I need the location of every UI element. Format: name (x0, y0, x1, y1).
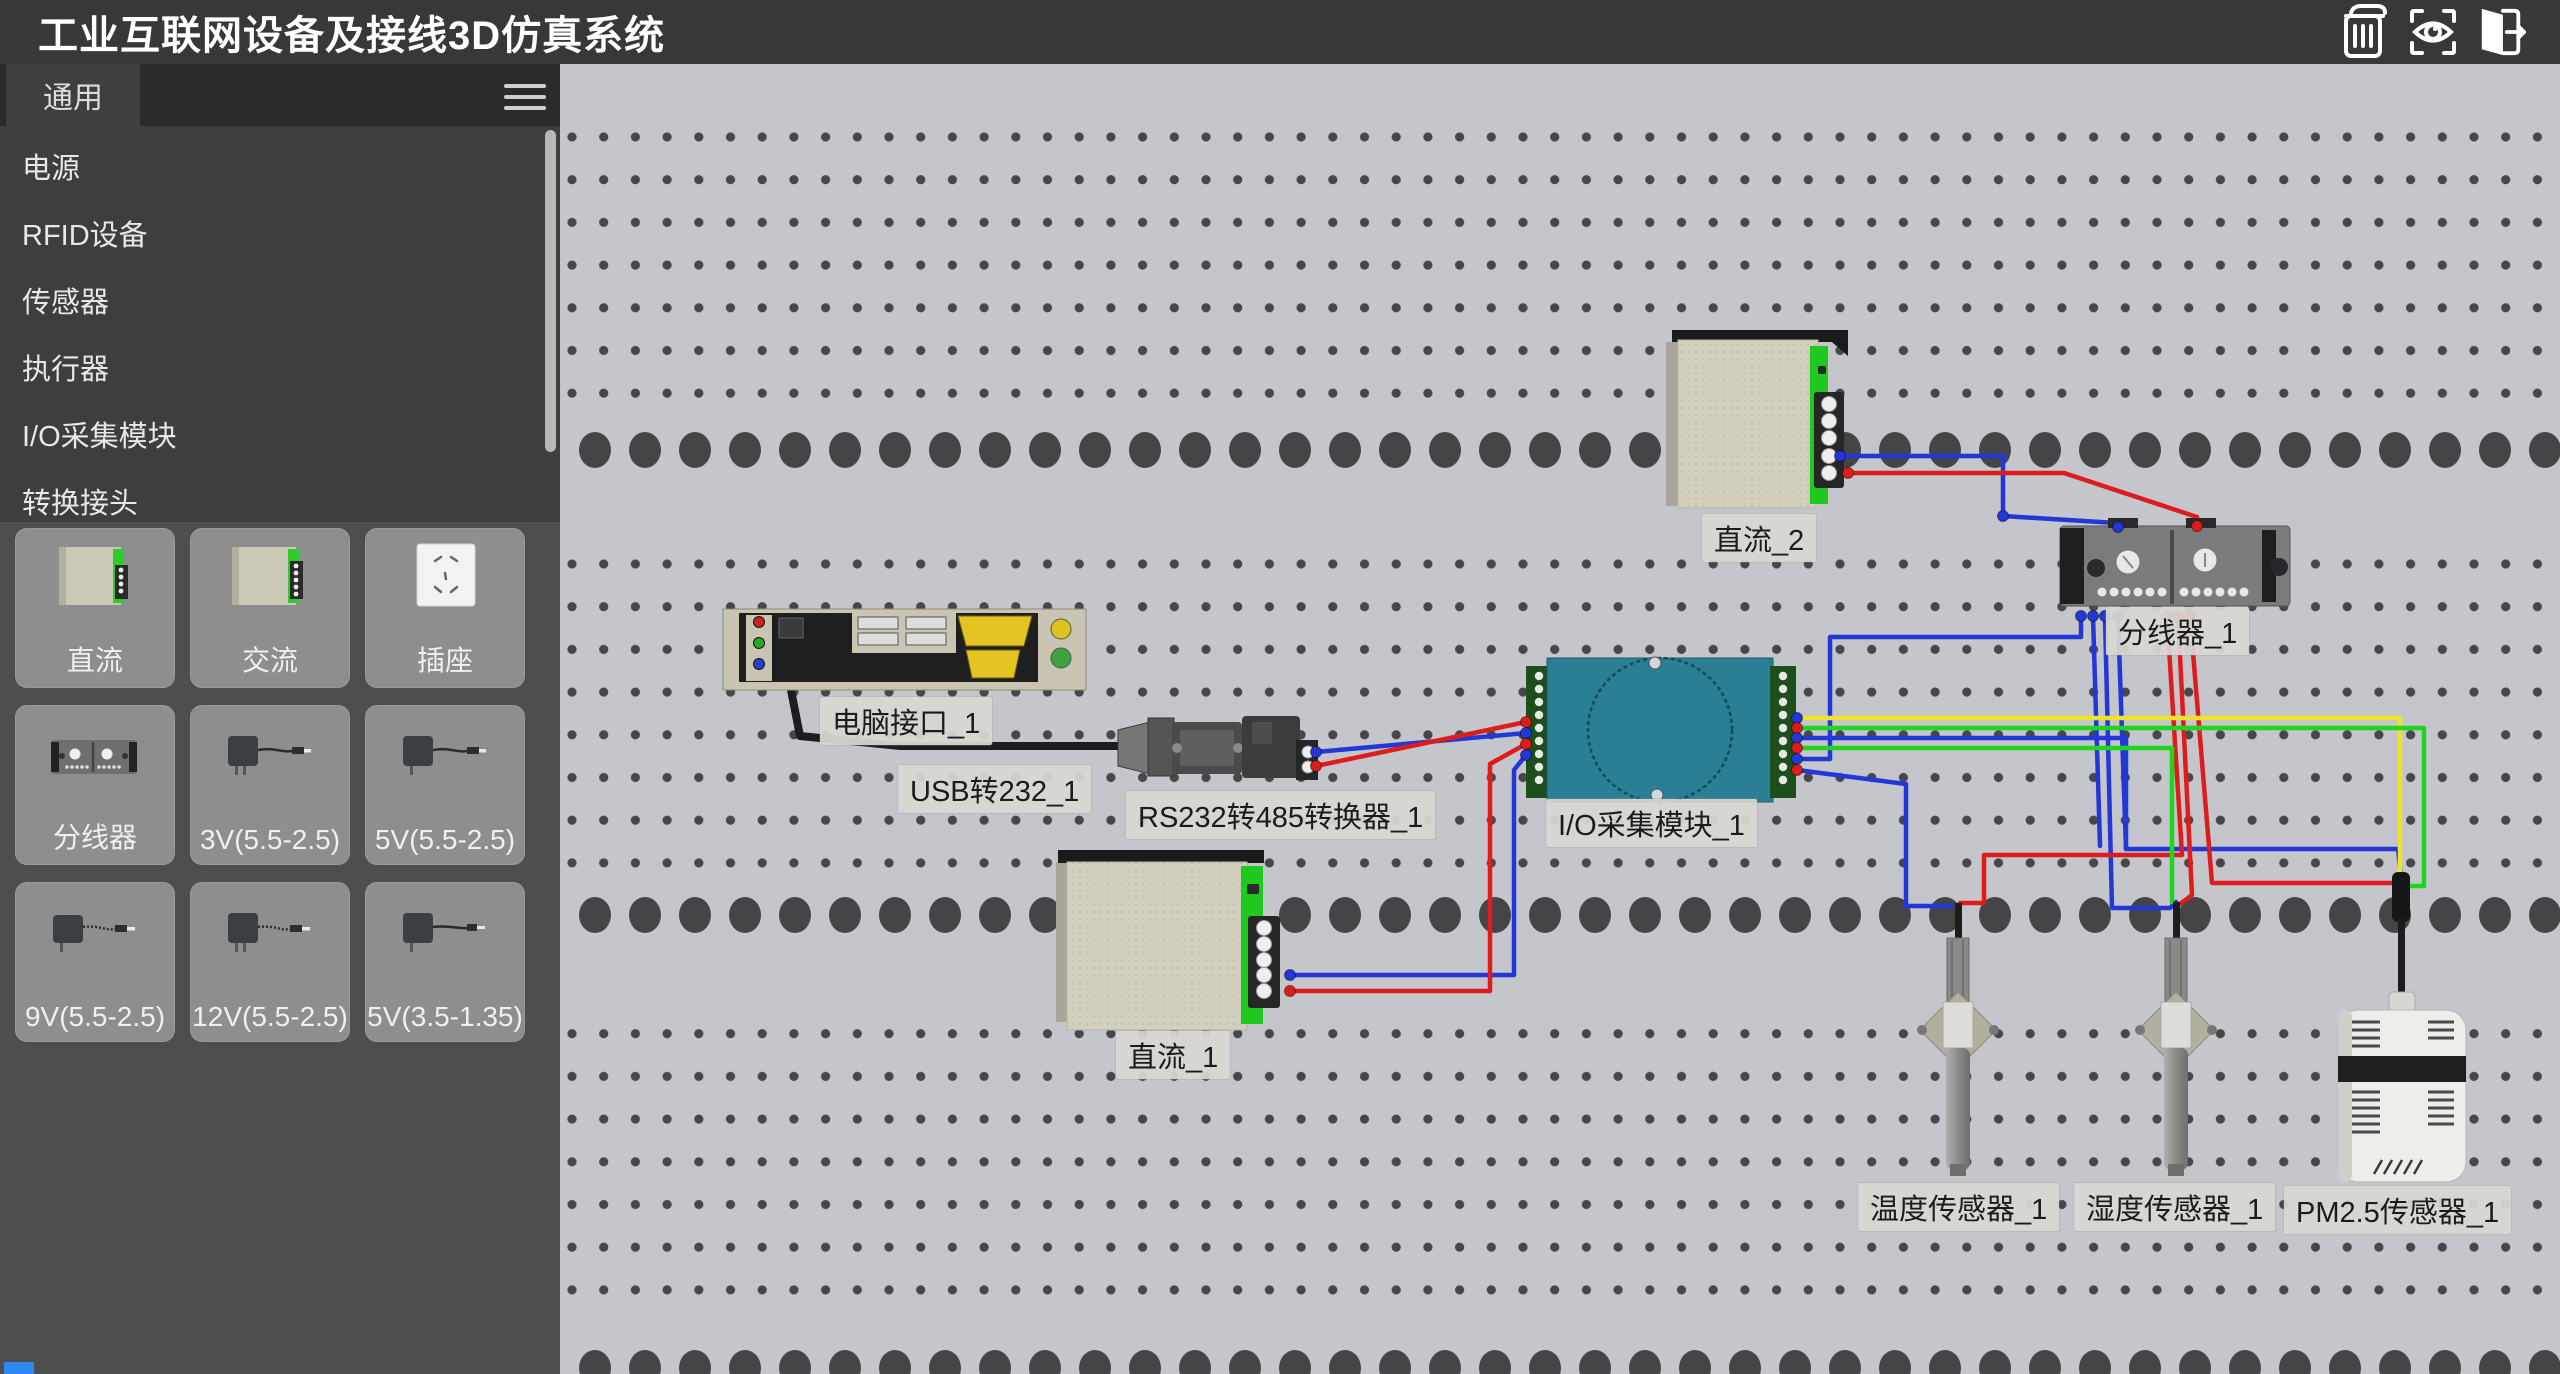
palette-card-label: 插座 (366, 639, 524, 679)
palette-card-9v[interactable]: 9V(5.5-2.5) (15, 882, 175, 1042)
palette-card-5v[interactable]: 5V(5.5-2.5) (365, 705, 525, 865)
sidebar-item-rfid[interactable]: RFID设备 (0, 203, 560, 270)
wire-junction[interactable] (1521, 717, 1532, 728)
wire-junction[interactable] (1792, 713, 1803, 724)
palette-card-dc[interactable]: 直流 (15, 528, 175, 688)
simulation-canvas[interactable] (560, 64, 2560, 1374)
palette-card-5v-135[interactable]: 5V(3.5-1.35) (365, 882, 525, 1042)
wire-junction[interactable] (1998, 511, 2009, 522)
wire-junction[interactable] (1792, 733, 1803, 744)
wire-junction[interactable] (2192, 521, 2203, 532)
palette-card-label: 12V(5.5-2.5) (191, 1001, 349, 1033)
palette-card-3v[interactable]: 3V(5.5-2.5) (190, 705, 350, 865)
splitter-icon (45, 716, 145, 800)
app-window: { "app": { "title": "工业互联网设备及接线3D仿真系统" }… (0, 0, 2560, 1374)
device-dc-power-1[interactable] (1056, 850, 1280, 1030)
tab-general[interactable]: 通用 (6, 64, 140, 126)
wire-junction[interactable] (1835, 451, 1846, 462)
wire-junction[interactable] (1285, 986, 1296, 997)
sidebar: 通用 电源 RFID设备 传感器 执行器 I/O采集模块 转换接头 直流 (0, 64, 560, 1374)
wire-junction[interactable] (2088, 611, 2099, 622)
wire-junction[interactable] (1792, 743, 1803, 754)
palette-card-label: 交流 (191, 639, 349, 679)
wire-junction[interactable] (2100, 611, 2111, 622)
palette-card-label: 直流 (16, 639, 174, 679)
wire-junction[interactable] (1521, 739, 1532, 750)
power-adapter-icon (220, 893, 320, 977)
wire-junction[interactable] (1792, 723, 1803, 734)
wire-dc2-to-splitter-blue[interactable] (1840, 456, 2118, 530)
ac-module-icon (220, 539, 320, 623)
wire-dc2-to-splitter-red[interactable] (1848, 473, 2197, 529)
wire-junction[interactable] (1843, 468, 1854, 479)
palette-card-socket[interactable]: 插座 (365, 528, 525, 688)
wire-junction[interactable] (2185, 611, 2196, 622)
exit-icon (2476, 4, 2526, 60)
wire-junction[interactable] (1521, 728, 1532, 739)
status-corner (4, 1362, 34, 1374)
wire-junction[interactable] (2076, 611, 2087, 622)
sidebar-item-power[interactable]: 电源 (0, 136, 560, 203)
category-menu: 电源 RFID设备 传感器 执行器 I/O采集模块 转换接头 (0, 126, 560, 522)
sidebar-scrollbar[interactable] (545, 130, 556, 452)
device-splitter-1[interactable] (2060, 518, 2290, 606)
wire-junction[interactable] (2173, 611, 2184, 622)
menu-icon[interactable] (504, 84, 546, 110)
wire-junction[interactable] (1311, 747, 1322, 758)
title-bar: 工业互联网设备及接线3D仿真系统 (0, 0, 2560, 64)
view-focus-icon (2408, 7, 2458, 57)
power-adapter-icon (395, 716, 495, 800)
power-adapter-icon (395, 893, 495, 977)
wire-junction[interactable] (2113, 522, 2124, 533)
trash-button[interactable] (2340, 4, 2390, 60)
wire-junction[interactable] (1311, 761, 1322, 772)
wire-junction[interactable] (1285, 970, 1296, 981)
palette-card-label: 9V(5.5-2.5) (16, 1001, 174, 1033)
wire-junction[interactable] (1792, 754, 1803, 765)
palette-card-label: 3V(5.5-2.5) (191, 824, 349, 856)
palette-card-label: 5V(3.5-1.35) (366, 1001, 524, 1033)
device-pc-interface-1[interactable] (723, 609, 1086, 690)
palette-card-splitter[interactable]: 分线器 (15, 705, 175, 865)
power-adapter-icon (220, 716, 320, 800)
device-palette: 直流 交流 (15, 528, 525, 1042)
wire-junction[interactable] (2162, 611, 2173, 622)
dc-module-icon (45, 539, 145, 623)
device-rs232-485-converter-1[interactable] (1118, 716, 1318, 780)
app-title: 工业互联网设备及接线3D仿真系统 (38, 3, 665, 61)
sidebar-header: 通用 (0, 64, 560, 126)
wire-junction[interactable] (1521, 750, 1532, 761)
palette-card-label: 5V(5.5-2.5) (366, 824, 524, 856)
palette-card-label: 分线器 (16, 816, 174, 856)
exit-button[interactable] (2476, 4, 2526, 60)
power-adapter-icon (45, 893, 145, 977)
wire-junction[interactable] (1792, 765, 1803, 776)
sidebar-item-sensor[interactable]: 传感器 (0, 270, 560, 337)
sidebar-item-actuator[interactable]: 执行器 (0, 337, 560, 404)
socket-icon (395, 539, 495, 623)
trash-icon (2341, 4, 2389, 60)
view-focus-button[interactable] (2408, 4, 2458, 60)
device-io-module-1[interactable] (1526, 657, 1796, 802)
palette-card-12v[interactable]: 12V(5.5-2.5) (190, 882, 350, 1042)
sidebar-item-io-module[interactable]: I/O采集模块 (0, 404, 560, 471)
device-dc-power-2[interactable] (1666, 330, 1848, 508)
palette-card-ac[interactable]: 交流 (190, 528, 350, 688)
wire-junction[interactable] (2113, 611, 2124, 622)
